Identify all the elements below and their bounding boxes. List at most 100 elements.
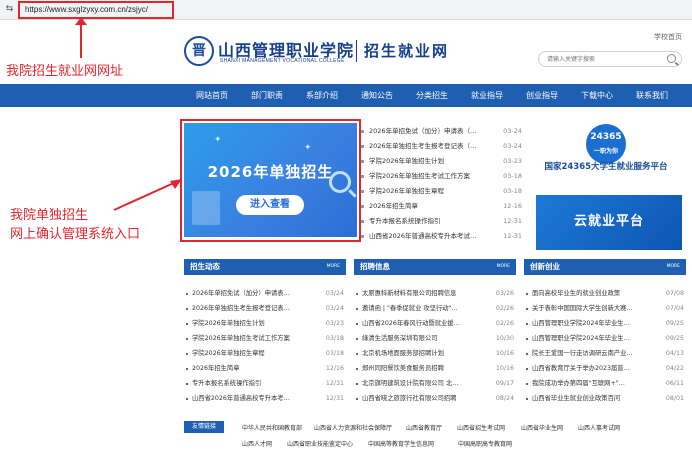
item-title[interactable]: 山西省教育厅关于举办2023届普… <box>532 363 652 375</box>
more-link[interactable]: MORE <box>327 263 340 271</box>
item-title[interactable]: 学院2026年单独招生章程 <box>192 348 312 360</box>
list-item[interactable]: 山西管理职业学院2024年毕业生… 09/25 <box>524 333 686 345</box>
nav-employment[interactable]: 就业指导 <box>463 84 511 107</box>
list-item[interactable]: 北京机场地面服务部招聘计划 10/16 <box>354 348 516 360</box>
list-item[interactable]: 学院2026年单独招生章程 03/18 <box>184 348 346 360</box>
link-grad[interactable]: 山西省毕业生网 <box>521 423 563 432</box>
nav-startup[interactable]: 创业指导 <box>518 84 566 107</box>
bullet <box>356 338 358 340</box>
item-title[interactable]: 山西省晓之旅旅行社有限公司招聘 <box>362 393 482 405</box>
list-item[interactable]: 学院2026年单独招生考试工作方案 03/18 <box>184 333 346 345</box>
list-item[interactable]: 郑州同阳餐饮美食服务员招聘 10/16 <box>354 363 516 375</box>
item-title[interactable]: 邀请函 | "春季促就业 攻坚行动"… <box>362 303 482 315</box>
link-personnel-exam[interactable]: 山西人事考试网 <box>578 423 620 432</box>
list-item[interactable]: 太原惠科新材料有限公司招聘信息 03/26 <box>354 288 516 300</box>
list-item[interactable]: 2026年单独招生考生报考登记表（… 03-24 <box>361 140 522 153</box>
list-item[interactable]: 关于表彰中国国际大学生创新大赛… 07/04 <box>524 303 686 315</box>
list-item[interactable]: 山西省晓之旅旅行社有限公司招聘 08/24 <box>354 393 516 405</box>
item-title[interactable]: 2026年招生简章 <box>192 363 312 375</box>
news-title[interactable]: 学院2026年单独招生计划 <box>369 155 487 168</box>
list-item[interactable]: 山西省2026年春风行动暨就业援… 02/26 <box>354 318 516 330</box>
search-input[interactable] <box>547 52 657 66</box>
item-title[interactable]: 北京旗明建筑设计院有限公司 北… <box>362 378 482 390</box>
nav-notices[interactable]: 通知公告 <box>353 84 401 107</box>
list-item[interactable]: 邀请函 | "春季促就业 攻坚行动"… 02/26 <box>354 303 516 315</box>
item-title[interactable]: 山西管理职业学院2024年毕业生… <box>532 333 652 345</box>
item-title[interactable]: 2026年单独招生考生报考登记表… <box>192 303 312 315</box>
more-link[interactable]: MORE <box>497 263 510 271</box>
item-title[interactable]: 2026年单招免试（加分）申请表… <box>192 288 312 300</box>
list-item[interactable]: 山西省教育厅关于举办2023届普… 04/22 <box>524 363 686 375</box>
bullet <box>526 338 528 340</box>
list-item[interactable]: 2026年单招免试（加分）申请表… 03/24 <box>184 288 346 300</box>
list-item[interactable]: 学院2026年单独招生考试工作方案 03-18 <box>361 170 522 183</box>
nav-downloads[interactable]: 下载中心 <box>573 84 621 107</box>
nav-contact[interactable]: 联系我们 <box>628 84 676 107</box>
list-item[interactable]: 綠清生活服务深圳有限公司 10/30 <box>354 333 516 345</box>
list-item[interactable]: 我院成功举办第四届"互联网+"… 06/11 <box>524 378 686 390</box>
link-hrss[interactable]: 山西省人力资源和社会保障厅 <box>314 423 392 432</box>
news-title[interactable]: 学院2026年单独招生考试工作方案 <box>369 170 487 183</box>
list-item[interactable]: 2026年招生简章 12-16 <box>361 200 522 213</box>
list-item[interactable]: 专升本报名系统操作指引 12/31 <box>184 378 346 390</box>
more-link[interactable]: MORE <box>667 263 680 271</box>
link-edu-dept[interactable]: 山西省教育厅 <box>406 423 442 432</box>
news-title[interactable]: 2026年单招免试（加分）申请表（… <box>369 125 487 138</box>
item-date: 10/30 <box>495 335 514 342</box>
list-item[interactable]: 山西管理职业学院2024年毕业生… 09/25 <box>524 318 686 330</box>
list-item[interactable]: 山西省毕业生就业创业政策百问 08/01 <box>524 393 686 405</box>
list-item[interactable]: 山西省2026年普通高校专升本考… 12/31 <box>184 393 346 405</box>
link-tech-college[interactable]: 中国高职高专教育网 <box>458 439 512 448</box>
link-skill-center[interactable]: 山西省职业技能鉴定中心 <box>287 439 353 448</box>
list-item[interactable]: 2026年单招免试（加分）申请表（… 03-24 <box>361 125 522 138</box>
badge-slogan: 一职为你 <box>593 148 618 155</box>
list-item[interactable]: 面向高校毕业生的就业创业政策 07/08 <box>524 288 686 300</box>
item-title[interactable]: 面向高校毕业生的就业创业政策 <box>532 288 652 300</box>
item-title[interactable]: 院长王爱国一行走访调研云南产业… <box>532 348 652 360</box>
item-title[interactable]: 郑州同阳餐饮美食服务员招聘 <box>362 363 482 375</box>
link-talent[interactable]: 山西人才网 <box>242 439 272 448</box>
cloud-employment-promo[interactable]: 云就业平台 <box>536 195 682 250</box>
annotation-arrow <box>80 22 82 58</box>
item-title[interactable]: 太原惠科新材料有限公司招聘信息 <box>362 288 482 300</box>
news-title[interactable]: 山西省2026年普通高校专升本考试… <box>369 230 487 243</box>
list-item[interactable]: 2026年单独招生考生报考登记表… 03/24 <box>184 303 346 315</box>
news-title[interactable]: 专升本报名系统操作指引 <box>369 215 487 228</box>
item-date: 09/25 <box>665 335 684 342</box>
list-item[interactable]: 学院2026年单独招生计划 03-23 <box>361 155 522 168</box>
link-moe[interactable]: 中华人民共和国教育部 <box>242 423 302 432</box>
item-title[interactable]: 山西省2026年普通高校专升本考… <box>192 393 312 405</box>
list-item[interactable]: 山西省2026年普通高校专升本考试… 12-31 <box>361 230 522 243</box>
item-title[interactable]: 山西省毕业生就业创业政策百问 <box>532 393 652 405</box>
list-item[interactable]: 学院2026年单独招生章程 03-18 <box>361 185 522 198</box>
item-date: 07/04 <box>665 305 684 312</box>
list-item[interactable]: 专升本报名系统操作指引 12-31 <box>361 215 522 228</box>
item-title[interactable]: 关于表彰中国国际大学生创新大赛… <box>532 303 652 315</box>
search-icon[interactable] <box>667 54 676 63</box>
item-title[interactable]: 北京机场地面服务部招聘计划 <box>362 348 482 360</box>
list-item[interactable]: 2026年招生简章 12/16 <box>184 363 346 375</box>
site-info-icon[interactable]: ⇆ <box>4 4 15 15</box>
item-title[interactable]: 学院2026年单独招生计划 <box>192 318 312 330</box>
national-24365-promo[interactable]: 24365 一职为你 国家24365大学生就业服务平台 <box>530 124 682 186</box>
list-item[interactable]: 院长王爱国一行走访调研云南产业… 04/13 <box>524 348 686 360</box>
nav-enrollment[interactable]: 分类招生 <box>408 84 456 107</box>
news-title[interactable]: 学院2026年单独招生章程 <box>369 185 487 198</box>
item-title[interactable]: 我院成功举办第四届"互联网+"… <box>532 378 652 390</box>
nav-departments[interactable]: 系部介绍 <box>298 84 346 107</box>
item-title[interactable]: 山西管理职业学院2024年毕业生… <box>532 318 652 330</box>
nav-dept-duties[interactable]: 部门职责 <box>243 84 291 107</box>
item-title[interactable]: 学院2026年单独招生考试工作方案 <box>192 333 312 345</box>
item-title[interactable]: 綠清生活服务深圳有限公司 <box>362 333 482 345</box>
link-chsi[interactable]: 中国高等教育学生信息网 <box>368 439 434 448</box>
list-item[interactable]: 北京旗明建筑设计院有限公司 北… 09/17 <box>354 378 516 390</box>
bullet <box>361 160 364 163</box>
list-item[interactable]: 学院2026年单独招生计划 03/23 <box>184 318 346 330</box>
item-title[interactable]: 山西省2026年春风行动暨就业援… <box>362 318 482 330</box>
item-title[interactable]: 专升本报名系统操作指引 <box>192 378 312 390</box>
news-title[interactable]: 2026年招生简章 <box>369 200 487 213</box>
nav-home[interactable]: 网站首页 <box>188 84 236 107</box>
news-title[interactable]: 2026年单独招生考生报考登记表（… <box>369 140 487 153</box>
school-home-link[interactable]: 学校首页 <box>654 32 682 42</box>
link-exam[interactable]: 山西省招生考试网 <box>457 423 505 432</box>
